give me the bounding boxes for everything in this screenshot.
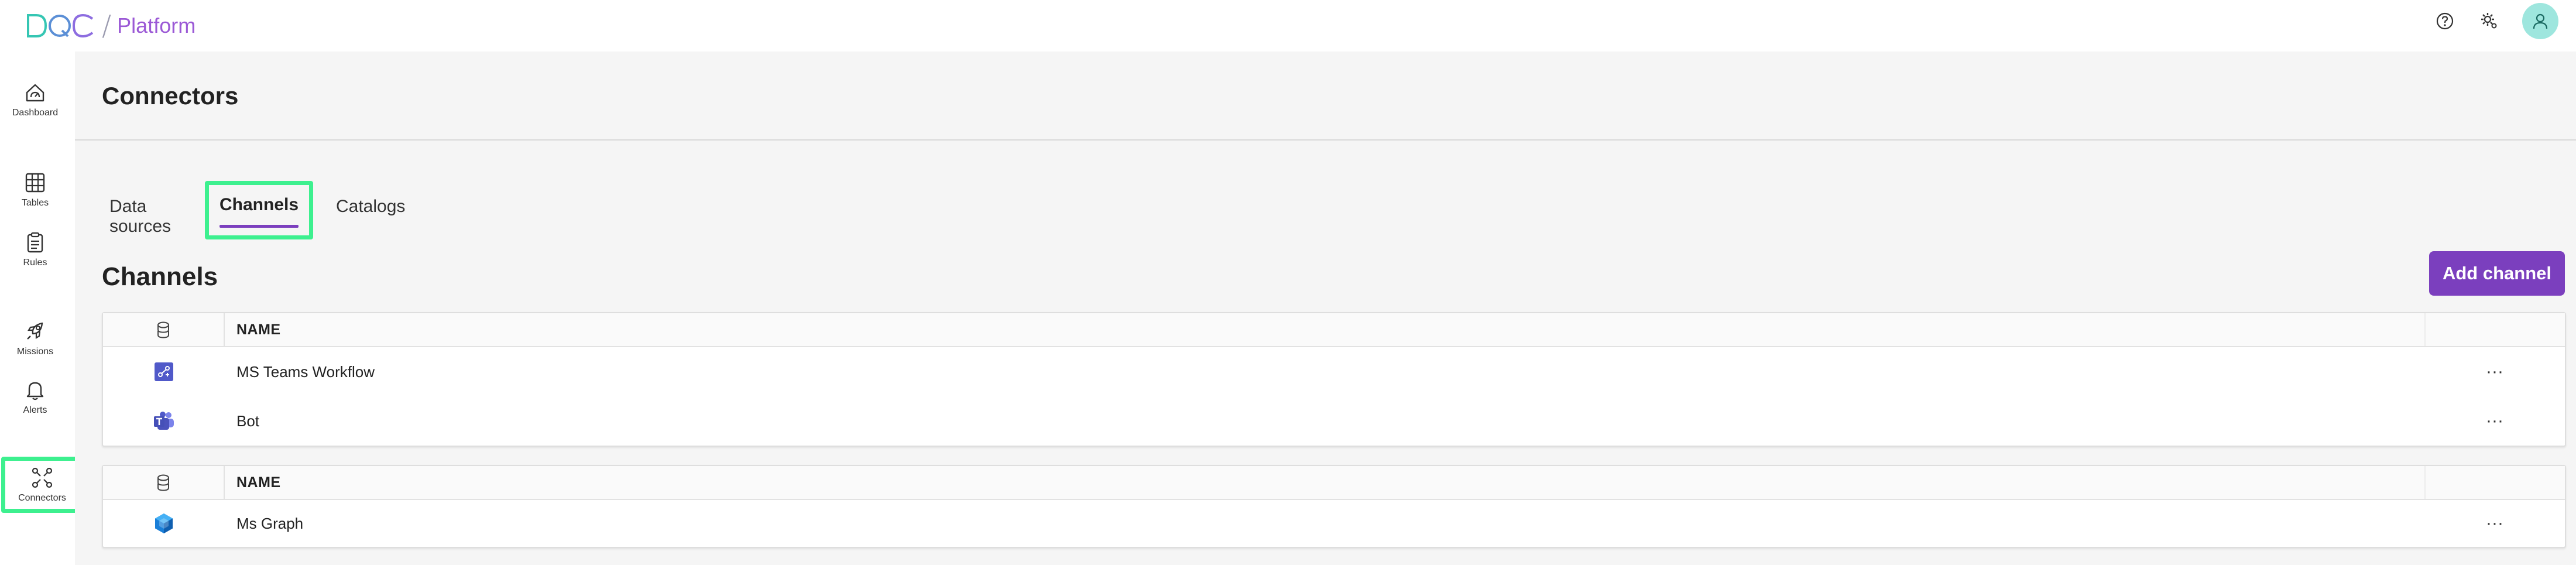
row-name: MS Teams Workflow <box>236 362 375 381</box>
sidebar-item-rules[interactable]: Rules <box>0 226 70 273</box>
ms-graph-icon <box>155 513 173 533</box>
type-icon <box>157 321 169 338</box>
column-header-name[interactable]: NAME <box>225 474 2424 491</box>
sidebar-item-dashboard[interactable]: Dashboard <box>0 76 70 123</box>
tab-active-indicator <box>219 225 299 228</box>
dashboard-icon <box>26 84 44 102</box>
table-row[interactable]: Bot ··· <box>103 396 2565 446</box>
row-actions-menu[interactable]: ··· <box>2424 500 2565 547</box>
table-row[interactable]: Ms Graph ··· <box>103 500 2565 547</box>
tab-label: Data sources <box>109 197 171 236</box>
page-header: Connectors <box>75 52 2576 141</box>
row-name: Bot <box>236 412 260 430</box>
table-header-row: NAME <box>103 466 2565 500</box>
sidebar-item-label: Tables <box>21 198 49 208</box>
connectors-icon <box>32 467 53 488</box>
table-row[interactable]: MS Teams Workflow ··· <box>103 347 2565 396</box>
sidebar-item-label: Connectors <box>18 493 66 503</box>
tab-data-sources[interactable]: Data sources <box>98 182 171 240</box>
tab-label: Channels <box>219 195 299 214</box>
column-header-name[interactable]: NAME <box>225 321 2424 338</box>
table-header-row: NAME <box>103 313 2565 347</box>
sidebar-item-tables[interactable]: Tables <box>0 166 70 213</box>
row-actions-menu[interactable]: ··· <box>2424 347 2565 396</box>
section-title: Channels <box>102 262 218 291</box>
ms-teams-workflow-icon <box>155 362 173 381</box>
row-name: Ms Graph <box>236 514 304 532</box>
top-bar: / Platform <box>0 0 2576 52</box>
rocket-icon <box>27 322 43 340</box>
page-title: Connectors <box>102 82 239 109</box>
sidebar-item-label: Alerts <box>23 405 47 415</box>
column-header-type <box>103 466 225 499</box>
channels-table-secondary: NAME Ms Graph ··· <box>102 465 2566 548</box>
sidebar-item-alerts[interactable]: Alerts <box>0 374 70 420</box>
column-header-actions <box>2424 466 2565 499</box>
ms-teams-bot-icon <box>154 412 174 430</box>
sidebar-item-connectors[interactable]: Connectors <box>1 457 83 513</box>
user-avatar[interactable] <box>2522 3 2558 39</box>
tab-catalogs[interactable]: Catalogs <box>336 182 405 240</box>
sidebar-item-label: Dashboard <box>12 108 59 118</box>
clipboard-icon <box>27 232 43 253</box>
sidebar: Dashboard Tables Rules Missions Alerts C… <box>0 52 83 565</box>
user-avatar-icon <box>2533 13 2548 29</box>
platform-label: Platform <box>117 13 196 37</box>
row-icon-cell <box>103 347 225 396</box>
row-icon-cell <box>103 396 225 446</box>
column-header-actions <box>2424 313 2565 346</box>
bell-icon <box>26 382 44 400</box>
add-channel-button[interactable]: Add channel <box>2429 251 2565 296</box>
sidebar-item-label: Rules <box>23 258 47 268</box>
sidebar-item-label: Missions <box>16 347 54 357</box>
logo-slash: / <box>102 9 112 42</box>
help-icon[interactable] <box>2433 9 2457 33</box>
column-header-type <box>103 313 225 346</box>
type-icon <box>157 474 169 491</box>
row-icon-cell <box>103 500 225 547</box>
app-logo[interactable]: / Platform <box>26 8 195 43</box>
tab-label: Catalogs <box>336 197 406 216</box>
dqc-logo-icon <box>27 13 94 38</box>
channels-table: NAME MS Teams Workflow ··· Bot ··· <box>102 312 2566 447</box>
row-actions-menu[interactable]: ··· <box>2424 396 2565 446</box>
top-actions <box>2433 0 2558 42</box>
main-content: Connectors Data sources Channels Catalog… <box>75 52 2576 565</box>
sidebar-item-missions[interactable]: Missions <box>0 315 70 362</box>
tab-channels[interactable]: Channels <box>205 181 314 239</box>
table-grid-icon <box>25 173 45 193</box>
settings-gear-icon[interactable] <box>2478 9 2501 33</box>
